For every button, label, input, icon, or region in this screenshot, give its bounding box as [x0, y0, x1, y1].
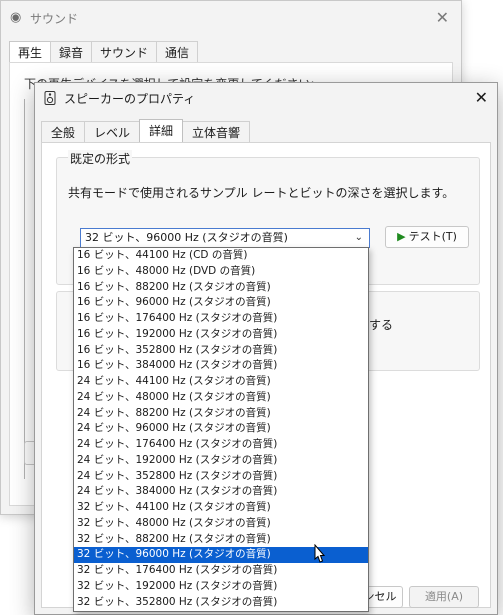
format-option[interactable]: 16 ビット、384000 Hz (スタジオの音質)	[74, 358, 368, 374]
format-option[interactable]: 24 ビット、48000 Hz (スタジオの音質)	[74, 390, 368, 406]
speaker-tabs: 全般 レベル 詳細 立体音響	[41, 119, 251, 144]
format-option[interactable]: 32 ビット、192000 Hz (スタジオの音質)	[74, 579, 368, 595]
test-button[interactable]: ▶ テスト(T)	[385, 226, 469, 248]
format-option[interactable]: 24 ビット、88200 Hz (スタジオの音質)	[74, 406, 368, 422]
default-format-description: 共有モードで使用されるサンプル レートとビットの深さを選択します。	[68, 186, 455, 200]
format-option[interactable]: 32 ビット、352800 Hz (スタジオの音質)	[74, 595, 368, 611]
tab-recording[interactable]: 録音	[50, 41, 93, 64]
tab-communications[interactable]: 通信	[156, 41, 199, 64]
chevron-down-icon: ⌄	[354, 232, 363, 243]
format-select[interactable]: 32 ビット、96000 Hz (スタジオの音質) ⌄	[80, 228, 370, 248]
format-option[interactable]: 16 ビット、48000 Hz (DVD の音質)	[74, 264, 368, 280]
default-format-label: 既定の形式	[68, 150, 133, 167]
sound-titlebar[interactable]: ◉ サウンド ✕	[1, 1, 461, 35]
tab-advanced[interactable]: 詳細	[139, 119, 184, 144]
apply-button[interactable]: 適用(A)	[409, 586, 479, 608]
format-option[interactable]: 24 ビット、384000 Hz (スタジオの音質)	[74, 484, 368, 500]
format-option[interactable]: 32 ビット、384000 Hz (スタジオの音質)	[74, 610, 368, 611]
format-option[interactable]: 24 ビット、96000 Hz (スタジオの音質)	[74, 421, 368, 437]
format-select-value: 32 ビット、96000 Hz (スタジオの音質)	[85, 231, 288, 244]
format-option[interactable]: 16 ビット、192000 Hz (スタジオの音質)	[74, 327, 368, 343]
format-option[interactable]: 16 ビット、96000 Hz (スタジオの音質)	[74, 295, 368, 311]
format-option[interactable]: 16 ビット、176400 Hz (スタジオの音質)	[74, 311, 368, 327]
play-icon: ▶	[397, 230, 406, 243]
format-option[interactable]: 32 ビット、48000 Hz (スタジオの音質)	[74, 516, 368, 532]
sound-tabs: 再生 録音 サウンド 通信	[9, 41, 199, 64]
mouse-cursor-icon	[314, 544, 326, 563]
speaker-titlebar[interactable]: スピーカーのプロパティ ✕	[35, 83, 497, 115]
test-button-label: テスト(T)	[408, 230, 457, 243]
format-option[interactable]: 16 ビット、352800 Hz (スタジオの音質)	[74, 343, 368, 359]
tab-playback[interactable]: 再生	[9, 41, 52, 64]
exclusive-mode-text: する	[369, 318, 394, 332]
speaker-window-title: スピーカーのプロパティ	[64, 92, 196, 106]
format-option[interactable]: 24 ビット、192000 Hz (スタジオの音質)	[74, 453, 368, 469]
speaker-icon: ◉	[10, 10, 22, 25]
format-option[interactable]: 24 ビット、176400 Hz (スタジオの音質)	[74, 437, 368, 453]
device-list[interactable]	[24, 99, 33, 479]
close-icon[interactable]: ✕	[475, 88, 488, 107]
sound-window-title: サウンド	[30, 12, 79, 26]
format-option[interactable]: 24 ビット、44100 Hz (スタジオの音質)	[74, 374, 368, 390]
format-option[interactable]: 16 ビット、44100 Hz (CD の音質)	[74, 248, 368, 264]
tab-levels[interactable]: レベル	[84, 121, 141, 144]
speaker-icon	[44, 91, 56, 105]
tab-spatial-sound[interactable]: 立体音響	[182, 121, 251, 144]
format-option[interactable]: 24 ビット、352800 Hz (スタジオの音質)	[74, 469, 368, 485]
format-option[interactable]: 16 ビット、88200 Hz (スタジオの音質)	[74, 280, 368, 296]
tab-general[interactable]: 全般	[41, 121, 86, 144]
close-icon[interactable]: ✕	[436, 8, 449, 27]
tab-sounds[interactable]: サウンド	[91, 41, 158, 64]
format-option[interactable]: 32 ビット、44100 Hz (スタジオの音質)	[74, 500, 368, 516]
